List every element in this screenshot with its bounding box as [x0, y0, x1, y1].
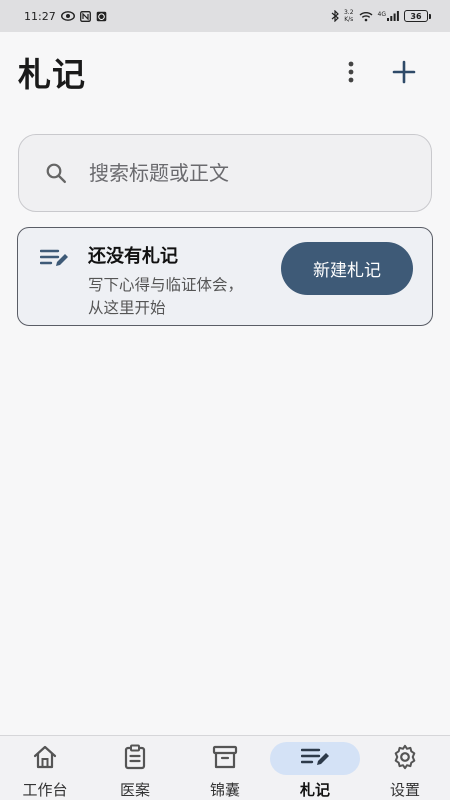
bottom-navigation: 工作台 医案 锦囊 札记 设置 [0, 735, 450, 800]
battery-icon: 36 [404, 10, 431, 22]
bluetooth-icon [331, 10, 339, 22]
nav-item-notes[interactable]: 札记 [270, 736, 360, 800]
more-options-icon[interactable] [348, 61, 354, 83]
notes-edit-icon [300, 747, 329, 771]
nav-label: 设置 [389, 781, 420, 799]
home-icon [32, 745, 58, 773]
nav-item-settings[interactable]: 设置 [360, 736, 450, 800]
add-icon[interactable] [392, 60, 416, 84]
network-speed-unit: K/s [344, 16, 354, 23]
notes-edit-icon [40, 248, 68, 268]
nav-label: 工作台 [22, 781, 68, 799]
nav-icon-wrap [0, 742, 90, 775]
archive-icon [212, 745, 238, 773]
nav-icon-wrap-active [270, 742, 360, 775]
nfc-icon [79, 10, 91, 22]
nav-label: 札记 [299, 781, 330, 799]
status-time: 11:27 [24, 9, 56, 23]
clipboard-icon [123, 744, 147, 774]
battery-level: 36 [410, 11, 422, 21]
nav-item-tips[interactable]: 锦囊 [180, 736, 270, 800]
gear-icon [392, 744, 418, 774]
nav-label: 医案 [119, 781, 150, 799]
empty-state-card: 还没有札记 写下心得与临证体会，从这里开始 新建札记 [17, 227, 433, 326]
new-note-button[interactable]: 新建札记 [281, 242, 413, 295]
network-speed: 3.2 K/s [344, 9, 354, 23]
network-type: 4G [377, 11, 386, 18]
page-title: 札记 [18, 55, 86, 94]
empty-state-text: 还没有札记 写下心得与临证体会，从这里开始 [88, 242, 258, 320]
empty-state-description: 写下心得与临证体会，从这里开始 [88, 276, 244, 317]
network-speed-value: 3.2 [343, 9, 354, 16]
app-header: 札记 [0, 32, 450, 112]
eye-icon [60, 11, 75, 21]
search-input[interactable] [89, 161, 389, 185]
empty-state-title: 还没有札记 [88, 246, 178, 267]
header-actions [348, 60, 416, 84]
cellular-signal-icon: 4G [378, 11, 399, 21]
nav-item-cases[interactable]: 医案 [90, 736, 180, 800]
wifi-icon [359, 11, 373, 22]
status-bar: 11:27 3.2 K/s 4G 36 [0, 0, 450, 32]
status-left: 11:27 [24, 10, 107, 23]
status-right: 3.2 K/s 4G 36 [331, 9, 431, 23]
nav-icon-wrap [180, 742, 270, 775]
nav-label: 锦囊 [209, 781, 240, 799]
nav-icon-wrap [360, 742, 450, 775]
search-bar[interactable] [18, 134, 432, 212]
nav-item-workbench[interactable]: 工作台 [0, 736, 90, 800]
search-icon [45, 162, 67, 184]
nav-icon-wrap [90, 742, 180, 775]
alarm-icon [96, 11, 107, 22]
